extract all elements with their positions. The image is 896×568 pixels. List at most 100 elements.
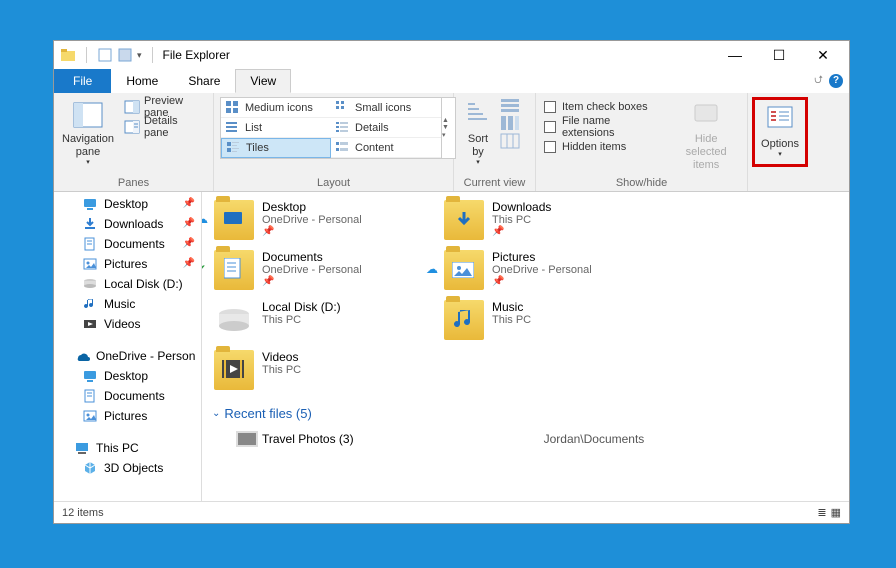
nav-item-onedrive-person[interactable]: OneDrive - Person — [54, 346, 201, 366]
tile-name: Desktop — [262, 200, 362, 214]
tile-desktop[interactable]: ☁ Desktop OneDrive - Personal 📌 — [210, 196, 430, 244]
pictures-folder-icon: ☁ — [444, 250, 484, 290]
nav-item-desktop[interactable]: Desktop 📌 — [54, 194, 201, 214]
nav-item-local-disk-d-[interactable]: Local Disk (D:) — [54, 274, 201, 294]
qat-dropdown[interactable]: ▾ — [137, 50, 142, 61]
layout-list[interactable]: List — [221, 118, 331, 138]
nav-item-label: Local Disk (D:) — [104, 277, 183, 291]
tile-location: OneDrive - Personal — [492, 264, 592, 276]
details-view-button[interactable]: ≣ — [817, 506, 826, 519]
chevron-down-icon: ⌄ — [212, 408, 220, 419]
file-name-extensions-toggle[interactable]: File name extensions — [542, 117, 667, 137]
preview-pane-button[interactable]: Preview pane — [120, 97, 207, 117]
details-pane-button[interactable]: Details pane — [120, 117, 207, 137]
size-columns-button[interactable] — [500, 133, 516, 149]
hide-selected-items-button[interactable]: Hide selected items — [671, 97, 741, 175]
layout-content[interactable]: Content — [331, 138, 441, 158]
recent-file-path: Jordan\Documents — [544, 432, 645, 446]
sync-status-icon: ☁ — [202, 212, 208, 226]
tile-location: OneDrive - Personal — [262, 214, 362, 226]
showhide-group-label: Show/hide — [542, 175, 741, 189]
group-by-button[interactable] — [500, 97, 516, 113]
disk-icon — [82, 276, 98, 292]
qat-new-folder-button[interactable] — [117, 47, 133, 63]
recent-file-name: Travel Photos (3) — [262, 432, 354, 446]
desktop-folder-icon: ☁ — [214, 200, 254, 240]
tile-name: Documents — [262, 250, 362, 264]
music-folder-icon — [444, 300, 484, 340]
options-button[interactable]: Options ▾ — [757, 102, 803, 162]
layout-small-icons[interactable]: Small icons — [331, 98, 441, 118]
nav-item-music[interactable]: Music — [54, 294, 201, 314]
nav-item-downloads[interactable]: Downloads 📌 — [54, 214, 201, 234]
nav-item-label: Desktop — [104, 369, 148, 383]
tile-videos[interactable]: Videos This PC — [210, 346, 430, 394]
layout-gallery[interactable]: Medium icons Small icons ▲▼▾ List Detail… — [220, 97, 456, 159]
tab-share[interactable]: Share — [173, 69, 235, 93]
nav-item-label: Downloads — [104, 217, 163, 231]
statusbar: 12 items ≣ ▦ — [54, 501, 849, 523]
pin-icon: 📌 — [492, 276, 592, 287]
tile-location: OneDrive - Personal — [262, 264, 362, 276]
nav-item-desktop[interactable]: Desktop — [54, 366, 201, 386]
3d-icon — [82, 460, 98, 476]
documents-icon — [82, 388, 98, 404]
nav-item-videos[interactable]: Videos — [54, 314, 201, 334]
disk-icon — [214, 300, 254, 340]
navigation-pane-button[interactable]: Navigation pane ▾ — [60, 97, 116, 170]
qat-properties-button[interactable] — [97, 47, 113, 63]
videos-icon — [82, 316, 98, 332]
nav-item-documents[interactable]: Documents — [54, 386, 201, 406]
nav-item-label: OneDrive - Person — [96, 349, 195, 363]
downloads-icon — [82, 216, 98, 232]
nav-item-this-pc[interactable]: This PC — [54, 438, 201, 458]
recent-files-header[interactable]: ⌄ Recent files (5) — [210, 394, 841, 427]
image-icon — [236, 431, 252, 447]
pin-icon: 📌 — [492, 226, 551, 237]
ribbon-tabs: File Home Share View ⮍ ? — [54, 69, 849, 93]
tile-downloads[interactable]: Downloads This PC 📌 — [440, 196, 660, 244]
nav-item-documents[interactable]: Documents 📌 — [54, 234, 201, 254]
tab-home[interactable]: Home — [111, 69, 173, 93]
sort-by-button[interactable]: Sort by▾ — [460, 97, 496, 170]
tab-file[interactable]: File — [54, 69, 111, 93]
nav-item-label: Pictures — [104, 257, 147, 271]
help-icon[interactable]: ? — [829, 74, 843, 88]
tile-local-disk-d-[interactable]: Local Disk (D:) This PC — [210, 296, 430, 344]
tile-location: This PC — [262, 314, 341, 326]
large-icons-view-button[interactable]: ▦ — [831, 506, 841, 519]
layout-medium-icons[interactable]: Medium icons — [221, 98, 331, 118]
close-button[interactable]: ✕ — [801, 41, 845, 69]
tile-name: Videos — [262, 350, 301, 364]
add-columns-button[interactable] — [500, 115, 516, 131]
desktop-icon — [82, 368, 98, 384]
layout-tiles[interactable]: Tiles — [221, 138, 331, 158]
window-title: File Explorer — [163, 48, 230, 62]
navigation-pane: Desktop 📌 Downloads 📌 Documents 📌 Pictur… — [54, 192, 202, 501]
nav-item-3d-objects[interactable]: 3D Objects — [54, 458, 201, 478]
pictures-icon — [82, 256, 98, 272]
nav-item-label: Music — [104, 297, 135, 311]
minimize-button[interactable]: ― — [713, 41, 757, 69]
minimize-ribbon-icon[interactable]: ⮍ — [814, 71, 823, 90]
layout-details[interactable]: Details — [331, 118, 441, 138]
item-count: 12 items — [62, 507, 104, 519]
tile-pictures[interactable]: ☁ Pictures OneDrive - Personal 📌 — [440, 246, 660, 294]
recent-file-item[interactable]: Travel Photos (3) Jordan\Documents — [210, 427, 841, 451]
nav-item-label: Videos — [104, 317, 140, 331]
downloads-folder-icon — [444, 200, 484, 240]
tile-name: Pictures — [492, 250, 592, 264]
maximize-button[interactable]: ☐ — [757, 41, 801, 69]
ribbon: Navigation pane ▾ Preview pane Details p… — [54, 93, 849, 192]
onedrive-icon — [74, 348, 90, 364]
tile-documents[interactable]: ✔ Documents OneDrive - Personal 📌 — [210, 246, 430, 294]
tile-music[interactable]: Music This PC — [440, 296, 660, 344]
nav-item-pictures[interactable]: Pictures — [54, 406, 201, 426]
hidden-items-toggle[interactable]: Hidden items — [542, 137, 667, 157]
videos-folder-icon — [214, 350, 254, 390]
tile-location: This PC — [492, 314, 531, 326]
nav-item-pictures[interactable]: Pictures 📌 — [54, 254, 201, 274]
panes-group-label: Panes — [60, 175, 207, 189]
tab-view[interactable]: View — [235, 69, 291, 93]
item-check-boxes-toggle[interactable]: Item check boxes — [542, 97, 667, 117]
